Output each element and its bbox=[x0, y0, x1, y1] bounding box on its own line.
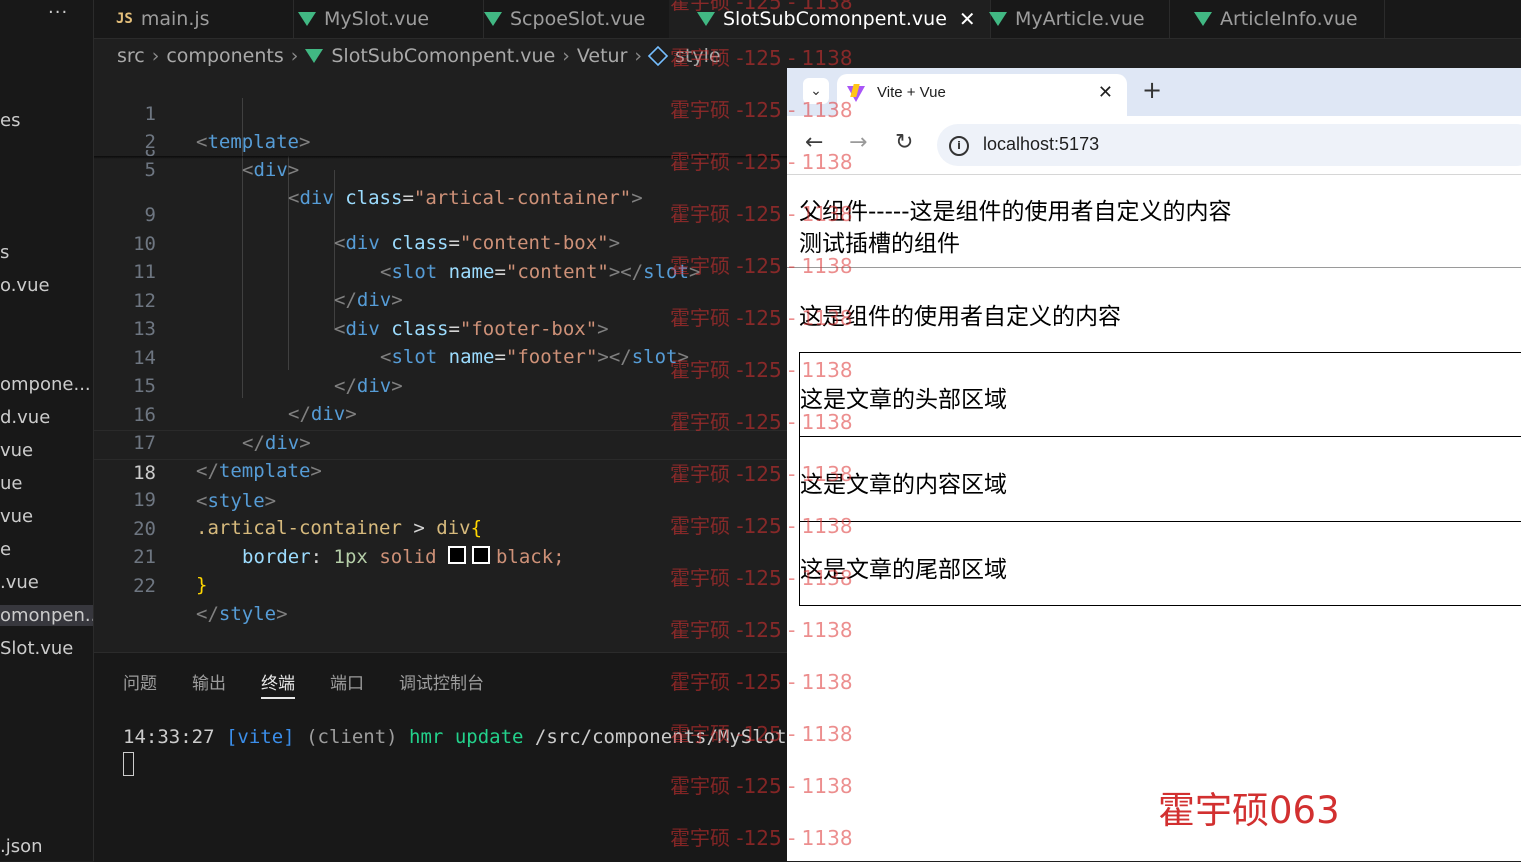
vue-icon bbox=[305, 49, 324, 63]
watermark: 霍宇硕 -125 - 1138 bbox=[670, 722, 853, 746]
breadcrumb-vetur[interactable]: Vetur bbox=[577, 45, 628, 67]
panel-tab-debug-console[interactable]: 调试控制台 bbox=[399, 669, 484, 694]
explorer-item[interactable]: e bbox=[0, 539, 11, 560]
chevron-right-icon: › bbox=[290, 45, 299, 67]
explorer-item[interactable]: .vue bbox=[0, 572, 39, 593]
tab-label: ScpoeSlot.vue bbox=[510, 8, 646, 30]
watermark: 霍宇硕 -125 - 1138 bbox=[670, 462, 853, 486]
new-tab-plus-icon[interactable]: + bbox=[1142, 76, 1162, 104]
line-number: 22 bbox=[133, 575, 156, 597]
browser-window: ⌄ Vite + Vue ✕ + ← → ↻ i localhost:5173 … bbox=[787, 68, 1521, 861]
explorer-item[interactable]: vue bbox=[0, 440, 33, 461]
watermark: 霍宇硕 -125 - 1138 bbox=[670, 0, 853, 14]
tab-myslot-vue[interactable]: MySlot.vue bbox=[272, 0, 484, 38]
panel-tab-problems[interactable]: 问题 bbox=[123, 669, 157, 694]
vue-icon bbox=[484, 12, 502, 26]
panel-tab-output[interactable]: 输出 bbox=[192, 669, 226, 694]
watermark: 霍宇硕 -125 - 1138 bbox=[670, 774, 853, 798]
panel-tab-terminal[interactable]: 终端 bbox=[261, 669, 295, 699]
web-page: 父组件-----这是组件的使用者自定义的内容 测试插槽的组件 这是组件的使用者自… bbox=[787, 174, 1521, 861]
breadcrumb-src[interactable]: src bbox=[117, 45, 145, 67]
tab-articleinfo-vue[interactable]: ArticleInfo.vue bbox=[1170, 0, 1385, 38]
explorer-item[interactable]: d.vue bbox=[0, 407, 50, 428]
vue-icon bbox=[989, 12, 1007, 26]
vue-icon bbox=[298, 12, 316, 26]
code-line: 9 <div class="content-box"> bbox=[94, 173, 787, 254]
explorer-item[interactable]: ompone... bbox=[0, 374, 91, 395]
explorer-item[interactable]: .json bbox=[0, 836, 43, 857]
tab-label: MyArticle.vue bbox=[1015, 8, 1145, 30]
tab-label: MySlot.vue bbox=[324, 8, 430, 30]
tab-main-js[interactable]: JS main.js bbox=[94, 0, 294, 38]
explorer-item[interactable]: o.vue bbox=[0, 275, 50, 296]
reload-icon[interactable]: ↻ bbox=[895, 130, 913, 155]
explorer-sidebar: ··· es s o.vue ompone... d.vue vue ue vu… bbox=[0, 0, 94, 861]
explorer-item[interactable]: vue bbox=[0, 506, 33, 527]
tab-myarticle-vue[interactable]: MyArticle.vue bbox=[963, 0, 1170, 38]
watermark: 霍宇硕 -125 - 1138 bbox=[670, 670, 853, 694]
tab-scpoeslot-vue[interactable]: ScpoeSlot.vue bbox=[458, 0, 695, 38]
breadcrumb-components[interactable]: components bbox=[166, 45, 283, 67]
watermark: 霍宇硕 -125 - 1138 bbox=[670, 514, 853, 538]
chevron-right-icon: › bbox=[634, 45, 642, 67]
watermark: 霍宇硕 -125 - 1138 bbox=[670, 566, 853, 590]
divider bbox=[787, 267, 1521, 268]
breadcrumb-file[interactable]: SlotSubComonpent.vue bbox=[331, 45, 555, 67]
article-content-box: 这是文章的内容区域 bbox=[799, 436, 1521, 522]
watermark: 霍宇硕 -125 - 1138 bbox=[670, 46, 853, 70]
watermark: 霍宇硕 -125 - 1138 bbox=[670, 254, 853, 278]
panel-tab-ports[interactable]: 端口 bbox=[330, 669, 364, 694]
browser-tab-title: Vite + Vue bbox=[877, 84, 946, 101]
terminal-cursor bbox=[123, 752, 134, 776]
breadcrumb: src › components › SlotSubComonpent.vue … bbox=[117, 42, 721, 70]
article-footer-box: 这是文章的尾部区域 bbox=[799, 521, 1521, 606]
watermark: 霍宇硕 -125 - 1138 bbox=[670, 826, 853, 850]
site-info-icon[interactable]: i bbox=[949, 136, 969, 156]
address-bar[interactable]: i localhost:5173 bbox=[937, 124, 1521, 166]
chevron-right-icon: › bbox=[151, 45, 160, 67]
explorer-item[interactable]: es bbox=[0, 110, 20, 131]
address-url: localhost:5173 bbox=[983, 134, 1100, 154]
browser-tabstrip: ⌄ Vite + Vue ✕ + bbox=[787, 68, 1521, 116]
watermark: 霍宇硕 -125 - 1138 bbox=[670, 202, 853, 226]
browser-toolbar: ← → ↻ i localhost:5173 bbox=[787, 116, 1521, 175]
tab-label: main.js bbox=[140, 8, 210, 30]
watermark: 霍宇硕 -125 - 1138 bbox=[670, 358, 853, 382]
article-header-box: 这是文章的头部区域 bbox=[799, 352, 1521, 437]
more-actions-icon[interactable]: ··· bbox=[48, 2, 68, 23]
watermark: 霍宇硕 -125 - 1138 bbox=[670, 306, 853, 330]
close-icon[interactable]: ✕ bbox=[1098, 82, 1113, 103]
tab-label: ArticleInfo.vue bbox=[1220, 8, 1358, 30]
explorer-item-active[interactable]: omonpen... bbox=[0, 605, 93, 626]
chevron-right-icon: › bbox=[562, 45, 570, 67]
js-icon: JS bbox=[116, 11, 133, 27]
watermark-signature: 霍宇硕063 bbox=[1158, 789, 1340, 832]
explorer-item[interactable]: s bbox=[0, 242, 9, 263]
symbol-cube-icon bbox=[647, 45, 669, 67]
watermark: 霍宇硕 -125 - 1138 bbox=[670, 618, 853, 642]
vue-icon bbox=[1194, 12, 1212, 26]
page-text: 父组件-----这是组件的使用者自定义的内容 bbox=[799, 199, 1232, 225]
watermark: 霍宇硕 -125 - 1138 bbox=[670, 98, 853, 122]
explorer-item[interactable]: ue bbox=[0, 473, 22, 494]
browser-tab[interactable]: Vite + Vue ✕ bbox=[837, 74, 1127, 116]
explorer-item[interactable]: Slot.vue bbox=[0, 638, 73, 659]
watermark: 霍宇硕 -125 - 1138 bbox=[670, 150, 853, 174]
watermark: 霍宇硕 -125 - 1138 bbox=[670, 410, 853, 434]
